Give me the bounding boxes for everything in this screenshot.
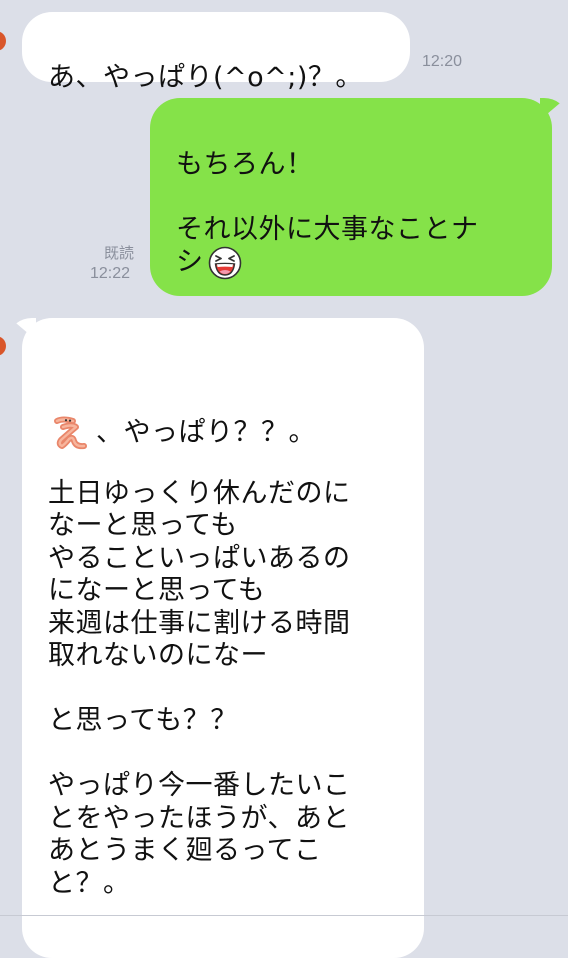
incoming-message-bubble[interactable]: あ、やっぱり(^o^;)？。: [22, 12, 410, 93]
outgoing-message-bubble[interactable]: もちろん！ それ以外に大事なことナ シ: [150, 98, 552, 296]
message-first-line: 、やっぱり？？。: [48, 373, 408, 450]
read-receipt: 既読: [104, 244, 135, 262]
incoming-message-bubble[interactable]: 、やっぱり？？。 土日ゆっくり休んだのに なーと思っても やることいっぱいあるの…: [22, 318, 424, 958]
message-text: あ、やっぱり(^o^;)？。: [48, 61, 363, 93]
character-e-icon: [54, 416, 87, 450]
sender-avatar[interactable]: [0, 31, 6, 51]
laughing-face-icon: [208, 246, 241, 280]
input-area-divider: [0, 915, 568, 916]
sender-avatar[interactable]: [0, 336, 6, 356]
message-text: 土日ゆっくり休んだのに なーと思っても やることいっぱいあるの になーと思っても…: [48, 477, 351, 899]
message-text: 、やっぱり？？。: [96, 416, 316, 448]
message-timestamp: 12:22: [90, 265, 131, 282]
chat-window: あ、やっぱり(^o^;)？。 12:20 もちろん！ それ以外に大事なことナ シ…: [0, 0, 568, 958]
message-timestamp: 12:20: [422, 53, 463, 70]
